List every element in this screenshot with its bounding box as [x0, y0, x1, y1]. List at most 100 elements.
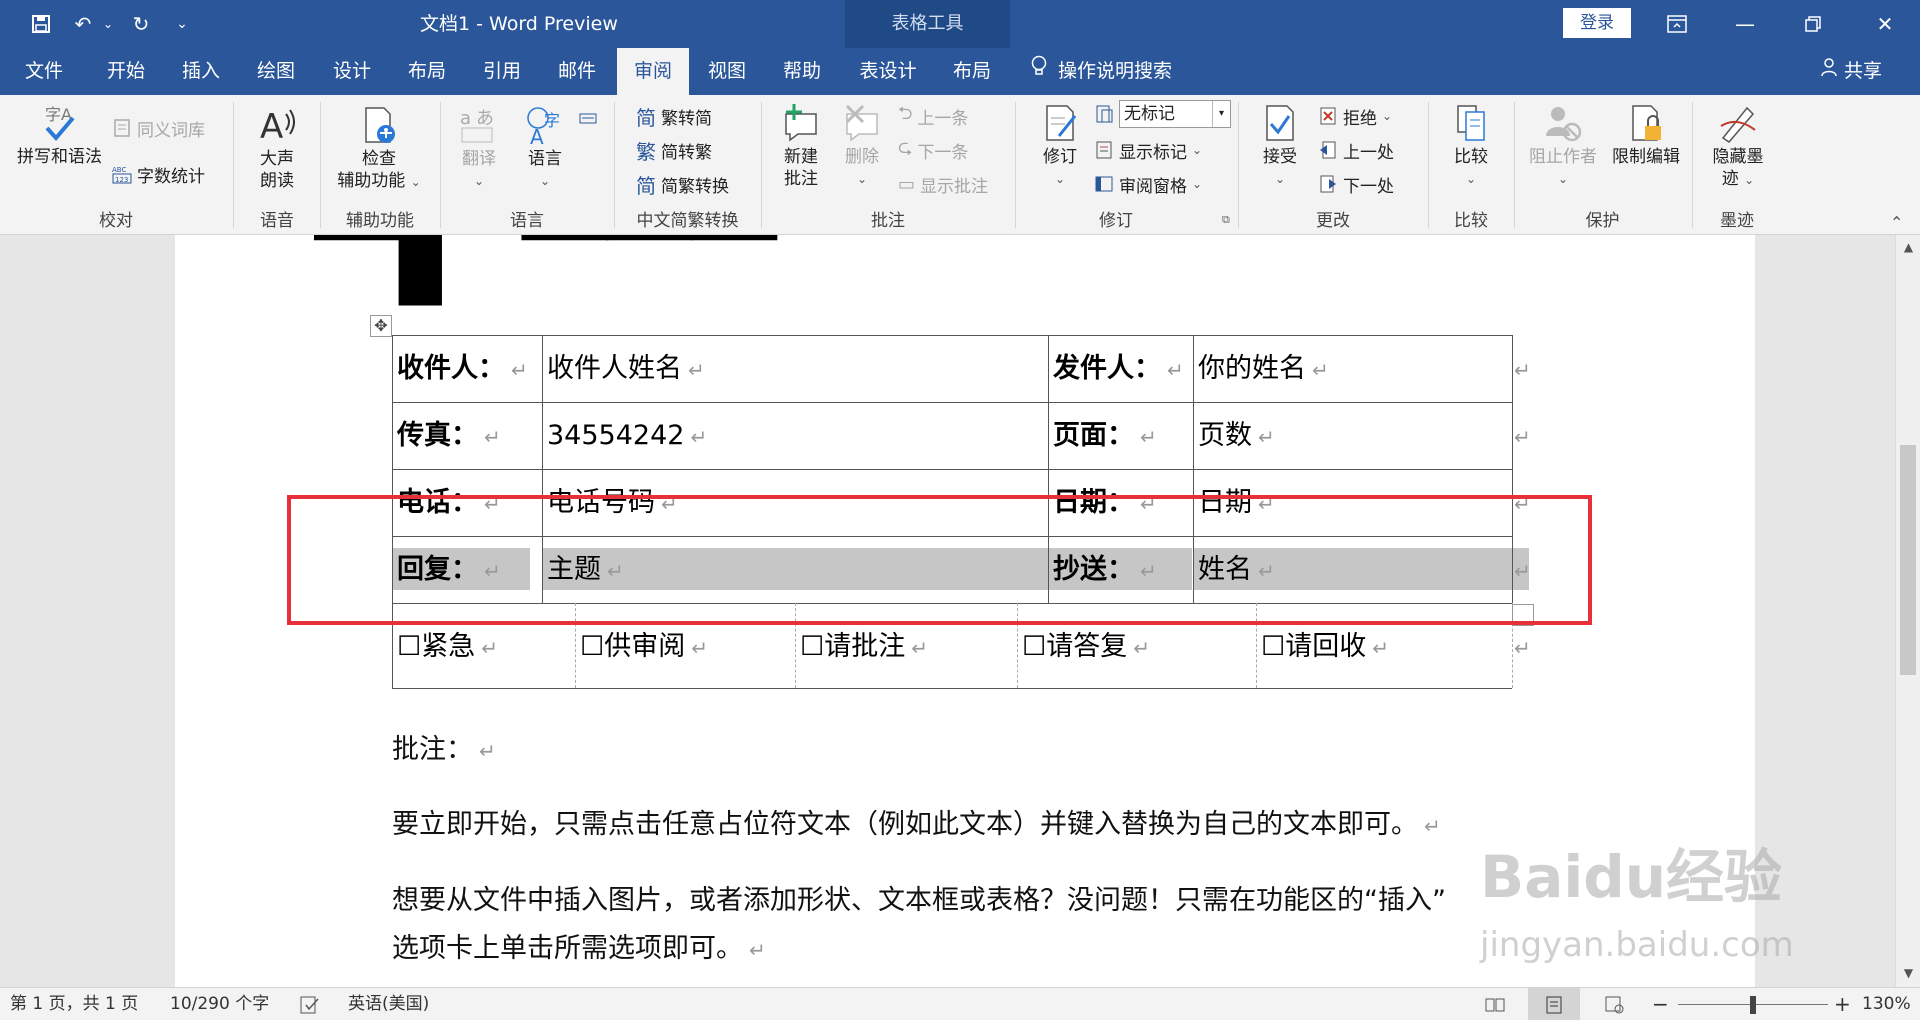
language-options-icon[interactable]: [578, 104, 598, 132]
zoom-in-icon[interactable]: +: [1834, 988, 1851, 1020]
hide-ink-button[interactable]: 隐藏墨 迹 ⌄: [1702, 102, 1774, 191]
scroll-thumb[interactable]: [1900, 445, 1916, 675]
share-button[interactable]: 共享: [1820, 48, 1882, 95]
highlight-rectangle: [287, 495, 1592, 625]
lock-icon: [1632, 105, 1661, 141]
tab-help[interactable]: 帮助: [768, 48, 836, 95]
cell-fax-label[interactable]: 传真： ↵: [393, 403, 501, 470]
tab-layout[interactable]: 布局: [393, 48, 461, 95]
status-page[interactable]: 第 1 页，共 1 页: [10, 988, 138, 1020]
status-language[interactable]: 英语(美国): [348, 988, 429, 1020]
tracking-options-icon[interactable]: ⧉: [1222, 212, 1230, 228]
chevron-down-icon: ⌄: [1192, 177, 1203, 191]
customize-toolbar-icon[interactable]: ⌄: [172, 10, 192, 38]
show-comments-label: 显示批注: [920, 176, 989, 197]
svg-text:ABC: ABC: [112, 166, 126, 174]
restore-icon[interactable]: [1786, 0, 1840, 48]
previous-change-label: 上一处: [1343, 142, 1394, 163]
paragraph-intro[interactable]: 要立即开始，只需点击任意占位符文本（例如此文本）并键入替换为自己的文本即可。 ↵: [392, 802, 1441, 841]
show-comments-button[interactable]: ▭ 显示批注: [898, 170, 988, 198]
compare-button[interactable]: 比较 ⌄: [1440, 102, 1502, 190]
table-move-handle-icon[interactable]: ✥: [370, 315, 392, 337]
tab-design[interactable]: 设计: [318, 48, 386, 95]
cell-pages-label[interactable]: 页面： ↵: [1049, 403, 1157, 470]
chinese-convert-label: 简繁转换: [661, 176, 729, 197]
restrict-editing-button[interactable]: 限制编辑: [1606, 102, 1686, 168]
tab-home[interactable]: 开始: [92, 48, 160, 95]
tab-review[interactable]: 审阅: [617, 48, 689, 95]
status-word-count[interactable]: 10/290 个字: [170, 988, 269, 1020]
cell-recipient-value[interactable]: 收件人姓名 ↵: [543, 336, 705, 403]
paragraph-insert-line1[interactable]: 想要从文件中插入图片，或者添加形状、文本框或表格？没问题！只需在功能区的“插入”: [392, 878, 1446, 917]
chevron-down-icon: ⌄: [1744, 173, 1755, 187]
tab-references[interactable]: 引用: [468, 48, 536, 95]
check-accessibility-button[interactable]: 检查 辅助功能 ⌄: [328, 104, 430, 193]
trad-to-simp-button[interactable]: 简 繁转简: [636, 102, 712, 130]
accept-button[interactable]: 接受 ⌄: [1250, 102, 1310, 190]
cell-sender-label[interactable]: 发件人： ↵: [1049, 336, 1184, 403]
paragraph-insert-line2[interactable]: 选项卡上单击所需选项即可。 ↵: [392, 926, 766, 965]
group-label-ink: 墨迹: [1720, 211, 1754, 231]
baidu-watermark-url: jingyan.baidu.com: [1480, 925, 1794, 965]
read-mode-icon[interactable]: [1485, 988, 1505, 1020]
reject-button[interactable]: 拒绝 ⌄: [1318, 102, 1392, 130]
word-count-button[interactable]: ABC 123 字数统计: [112, 160, 205, 188]
block-authors-button[interactable]: 阻止作者 ⌄: [1525, 102, 1601, 190]
tab-draw[interactable]: 绘图: [242, 48, 310, 95]
zoom-slider[interactable]: [1678, 988, 1828, 1020]
cell-pages-value[interactable]: 页数 ↵: [1194, 403, 1275, 470]
cell-fax-value[interactable]: 34554242 ↵: [543, 403, 707, 470]
close-icon[interactable]: ✕: [1858, 0, 1912, 48]
translate-button[interactable]: aあ 翻译 ⌄: [448, 104, 510, 192]
language-button[interactable]: 字A 语言 ⌄: [512, 104, 578, 192]
word-count-icon: ABC 123: [112, 166, 132, 184]
zoom-out-icon[interactable]: −: [1652, 988, 1669, 1020]
cell-recipient-label[interactable]: 收件人： ↵: [393, 336, 528, 403]
delete-comment-button[interactable]: 删除 ⌄: [836, 102, 888, 190]
next-change-button[interactable]: 下一处: [1318, 170, 1394, 198]
tab-file[interactable]: 文件: [10, 48, 78, 95]
svg-text:a: a: [460, 108, 471, 129]
read-aloud-label-2: 朗读: [260, 171, 294, 191]
undo-icon[interactable]: ↶: [68, 10, 98, 38]
group-label-changes: 更改: [1316, 211, 1350, 231]
tab-table-design[interactable]: 表设计: [852, 48, 924, 95]
tab-mailings[interactable]: 邮件: [543, 48, 611, 95]
scroll-up-icon[interactable]: ▲: [1896, 237, 1920, 257]
markup-dropdown[interactable]: 无标记 ▾: [1094, 100, 1231, 128]
chinese-convert-button[interactable]: 简 简繁转换: [636, 170, 729, 198]
read-aloud-button[interactable]: A 大声 朗读: [242, 104, 312, 192]
track-changes-button[interactable]: 修订 ⌄: [1030, 102, 1090, 190]
chevron-down-icon: ⌄: [539, 174, 551, 188]
simp-to-trad-button[interactable]: 繁 简转繁: [636, 136, 712, 164]
previous-comment-button[interactable]: ⮌ 上一条: [898, 102, 968, 130]
print-layout-icon[interactable]: [1528, 988, 1580, 1020]
reviewing-pane-button[interactable]: 审阅窗格 ⌄: [1094, 170, 1202, 198]
scroll-down-icon[interactable]: ▼: [1896, 963, 1920, 983]
new-comment-button[interactable]: 新建 批注: [772, 102, 830, 190]
vertical-scrollbar[interactable]: ▲ ▼: [1895, 235, 1920, 987]
tab-insert[interactable]: 插入: [167, 48, 235, 95]
ribbon-display-icon[interactable]: [1650, 0, 1704, 48]
notes-label[interactable]: 批注： ↵: [392, 727, 496, 766]
zoom-slider-thumb[interactable]: [1750, 996, 1756, 1014]
thesaurus-button[interactable]: 同义词库: [112, 114, 205, 142]
tab-view[interactable]: 视图: [693, 48, 761, 95]
redo-icon[interactable]: ↻: [126, 10, 156, 38]
save-icon[interactable]: [26, 10, 56, 38]
spelling-grammar-button[interactable]: 字A 拼写和语法: [12, 102, 107, 168]
web-layout-icon[interactable]: [1605, 988, 1625, 1020]
group-label-language: 语言: [510, 211, 544, 231]
cell-sender-value[interactable]: 你的姓名 ↵: [1194, 336, 1329, 403]
collapse-ribbon-icon[interactable]: ⌃: [1890, 212, 1903, 232]
zoom-level[interactable]: 130%: [1862, 988, 1911, 1020]
minimize-icon[interactable]: —: [1718, 0, 1772, 48]
login-button[interactable]: 登录: [1563, 8, 1631, 38]
tell-me-search[interactable]: 操作说明搜索: [1030, 48, 1172, 95]
previous-change-button[interactable]: 上一处: [1318, 136, 1394, 164]
proofing-status-icon[interactable]: [300, 988, 320, 1020]
next-comment-button[interactable]: ⮎ 下一条: [898, 136, 968, 164]
undo-dropdown-icon[interactable]: ⌄: [100, 10, 116, 38]
tab-table-layout[interactable]: 布局: [938, 48, 1006, 95]
show-markup-button[interactable]: 显示标记 ⌄: [1094, 136, 1202, 164]
